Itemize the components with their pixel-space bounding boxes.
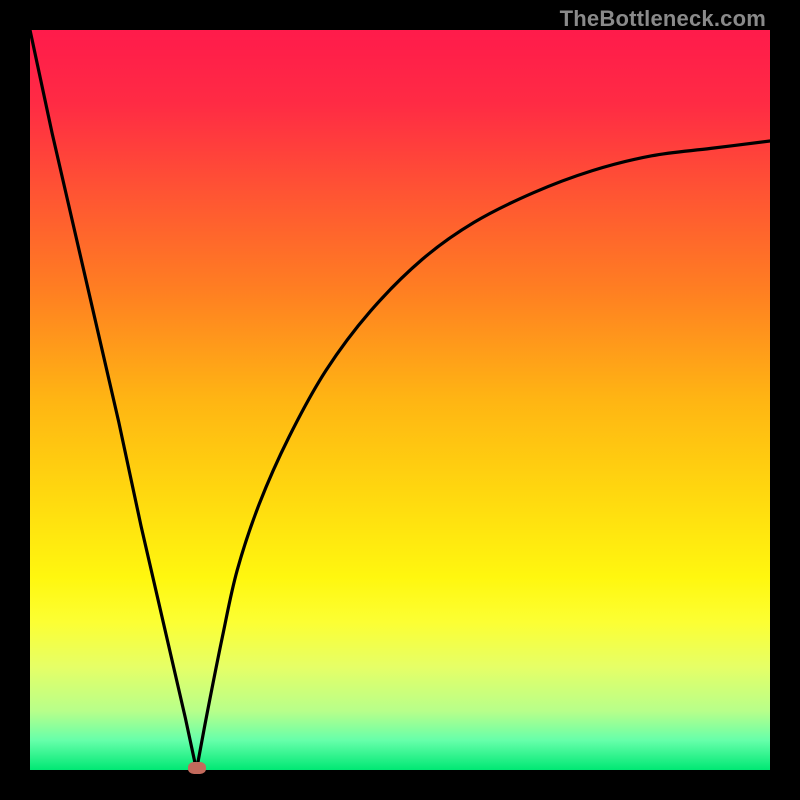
bottleneck-chart — [30, 30, 770, 770]
vertex-marker — [188, 762, 206, 774]
gradient-background — [30, 30, 770, 770]
watermark-label: TheBottleneck.com — [560, 6, 766, 32]
plot-frame — [30, 30, 770, 770]
